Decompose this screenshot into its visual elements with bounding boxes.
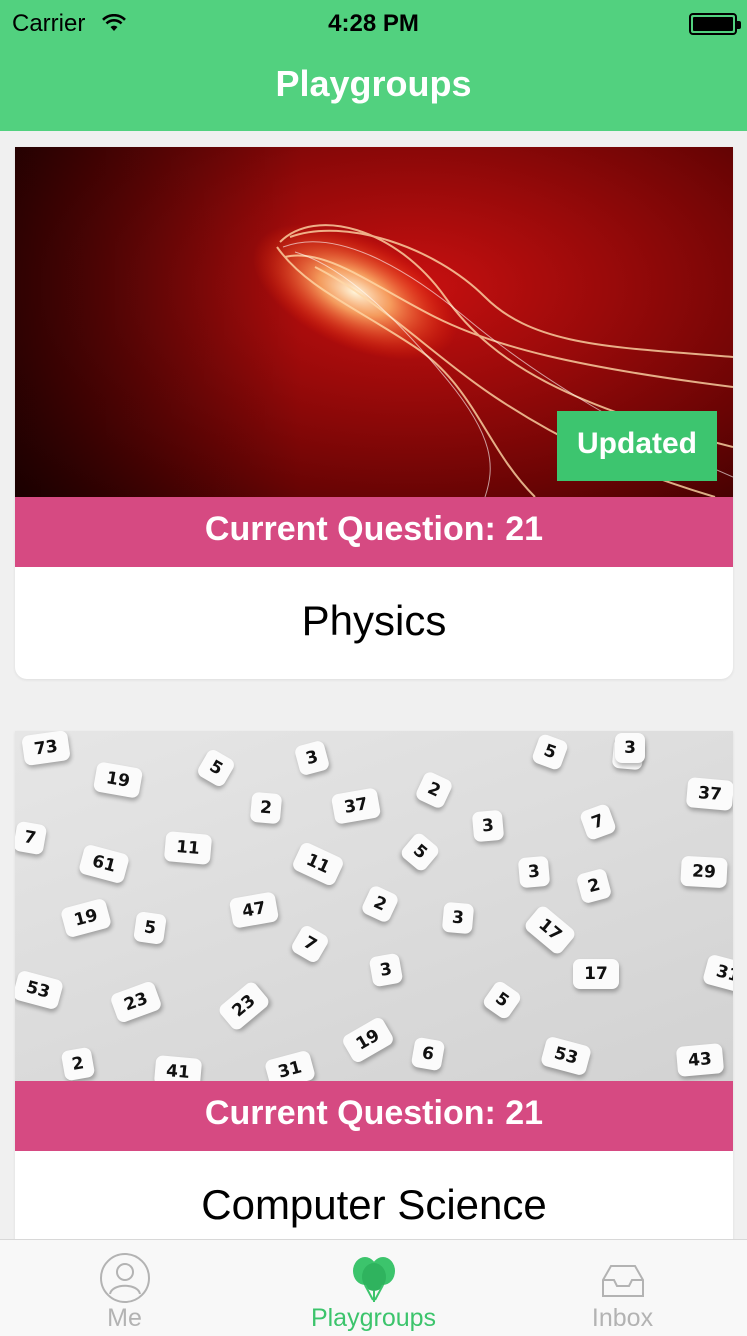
number-die: 3 bbox=[368, 952, 404, 988]
number-die: 5 bbox=[195, 747, 237, 789]
number-die: 37 bbox=[685, 777, 733, 811]
physics-card-image: Updated bbox=[15, 147, 733, 497]
playgroup-feed[interactable]: Updated Current Question: 21 Physics 73 1… bbox=[0, 131, 747, 1239]
tab-bar: Me Playgroups Inbox bbox=[0, 1239, 747, 1336]
number-die: 61 bbox=[77, 843, 131, 885]
number-die: 5 bbox=[481, 979, 523, 1021]
number-die: 41 bbox=[153, 1055, 203, 1081]
number-die: 3 bbox=[615, 733, 645, 763]
number-die: 29 bbox=[680, 855, 728, 889]
number-die: 31 bbox=[701, 953, 733, 995]
number-die: 73 bbox=[21, 731, 71, 767]
number-die: 37 bbox=[330, 787, 382, 825]
number-die: 43 bbox=[675, 1043, 725, 1077]
playgroup-card-computer-science[interactable]: 7319532523723737711611153229195472317732… bbox=[15, 731, 733, 1239]
number-die: 7 bbox=[578, 802, 618, 842]
navigation-header: Carrier 4:28 PM Playgroups bbox=[0, 0, 747, 131]
person-icon bbox=[100, 1253, 150, 1303]
tab-label: Me bbox=[107, 1304, 142, 1332]
number-die: 2 bbox=[360, 884, 400, 924]
playgroup-title: Physics bbox=[301, 597, 447, 644]
number-die: 2 bbox=[249, 791, 283, 825]
number-die: 5 bbox=[530, 732, 570, 772]
number-die: 19 bbox=[92, 761, 144, 799]
number-die: 5 bbox=[133, 911, 167, 945]
page-title: Playgroups bbox=[275, 63, 472, 104]
number-die: 19 bbox=[59, 897, 113, 939]
updated-badge: Updated bbox=[557, 411, 717, 481]
number-die: 31 bbox=[263, 1049, 317, 1081]
number-die: 3 bbox=[441, 901, 475, 935]
number-die: 7 bbox=[289, 923, 331, 965]
number-die: 17 bbox=[522, 903, 578, 957]
battery-icon bbox=[689, 13, 741, 35]
balloons-icon bbox=[353, 1257, 395, 1302]
computer-science-card-image: 7319532523723737711611153229195472317732… bbox=[15, 731, 733, 1081]
number-die: 17 bbox=[573, 959, 619, 989]
number-die: 47 bbox=[228, 891, 280, 929]
tab-label: Playgroups bbox=[310, 1304, 437, 1332]
number-die: 53 bbox=[539, 1035, 593, 1077]
number-die: 2 bbox=[414, 770, 454, 810]
number-die: 3 bbox=[293, 739, 331, 777]
playgroup-title: Computer Science bbox=[201, 1181, 547, 1228]
status-time: 4:28 PM bbox=[328, 10, 419, 37]
inbox-tray-icon bbox=[602, 1265, 644, 1297]
tab-me[interactable]: Me bbox=[0, 1240, 249, 1336]
number-die: 11 bbox=[163, 831, 213, 865]
tab-inbox[interactable]: Inbox bbox=[498, 1240, 747, 1336]
status-bar: Carrier 4:28 PM bbox=[0, 0, 747, 46]
number-die: 53 bbox=[15, 969, 65, 1011]
number-die: 11 bbox=[290, 840, 346, 888]
number-die: 2 bbox=[60, 1046, 96, 1081]
playgroup-card-physics[interactable]: Updated Current Question: 21 Physics bbox=[15, 147, 733, 679]
number-die: 23 bbox=[109, 980, 163, 1024]
number-die: 7 bbox=[15, 820, 48, 856]
number-die: 19 bbox=[340, 1015, 396, 1065]
tab-playgroups[interactable]: Playgroups bbox=[249, 1240, 498, 1336]
number-die: 3 bbox=[471, 809, 505, 843]
number-die: 2 bbox=[575, 867, 613, 905]
tab-label: Inbox bbox=[591, 1304, 654, 1332]
number-die: 3 bbox=[517, 855, 551, 889]
number-die: 5 bbox=[398, 830, 442, 874]
number-die: 6 bbox=[410, 1036, 446, 1072]
current-question-bar: Current Question: 21 bbox=[15, 497, 733, 567]
current-question-bar: Current Question: 21 bbox=[15, 1081, 733, 1151]
number-die: 23 bbox=[216, 979, 272, 1033]
